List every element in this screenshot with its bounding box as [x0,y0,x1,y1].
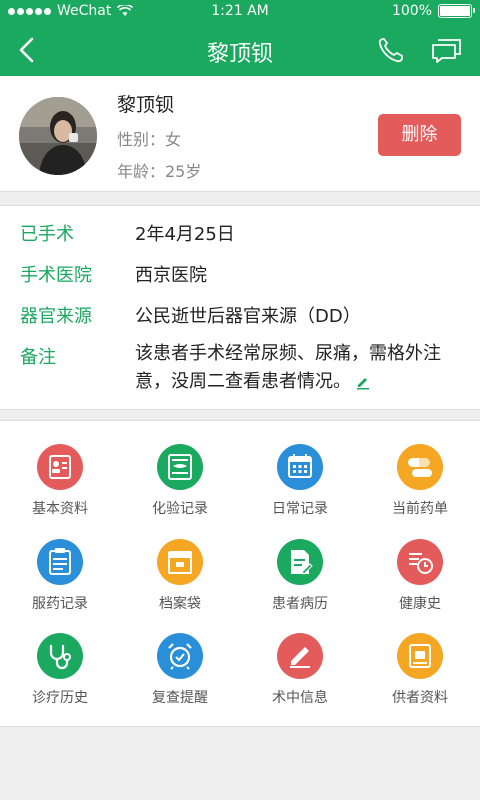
menu-medication-log[interactable]: 服药记录 [0,539,120,634]
avatar [19,97,97,175]
stethoscope-icon [37,633,83,679]
menu-label: 患者病历 [272,596,328,612]
menu-label: 术中信息 [272,690,328,706]
delete-button[interactable]: 删除 [378,114,461,156]
menu-label: 基本资料 [32,501,88,517]
menu-archive[interactable]: 档案袋 [120,539,240,634]
status-bar: WeChat 1:21 AM 100% [0,0,480,24]
health-history-icon [397,539,443,585]
patient-name: 黎顶钡 [117,94,175,116]
archive-icon [157,539,203,585]
medical-record-icon [277,539,323,585]
pill-icon [397,444,443,490]
menu-health-history[interactable]: 健康史 [360,539,480,634]
alarm-clock-icon [157,633,203,679]
battery-icon [438,4,475,18]
menu-treatment-history[interactable]: 诊疗历史 [0,633,120,728]
surgery-info-section: 已手术 2年4月25日 手术医院 西京医院 器官来源 公民逝世后器官来源（DD）… [0,205,480,410]
note-value: 该患者手术经常尿频、尿痛，需格外注意，没周二查看患者情况。 [135,343,441,392]
surgery-label: 已手术 [20,224,74,245]
note-value-block: 该患者手术经常尿频、尿痛，需格外注意，没周二查看患者情况。 [135,340,467,396]
edit-icon[interactable] [355,374,371,390]
menu-recheck-reminder[interactable]: 复查提醒 [120,633,240,728]
hospital-value: 西京医院 [135,265,207,286]
page-title: 黎顶钡 [206,42,273,67]
hospital-label: 手术医院 [20,265,92,286]
menu-label: 化验记录 [152,501,208,517]
pen-icon [277,633,323,679]
avatar-photo [19,97,97,175]
phone-icon[interactable] [376,36,408,64]
status-right: 100% [391,3,475,19]
patient-age: 年龄：25岁 [117,162,202,181]
note-label: 备注 [20,347,56,368]
menu-label: 日常记录 [272,501,328,517]
menu-basic-info[interactable]: 基本资料 [0,444,120,539]
menu-current-prescription[interactable]: 当前药单 [360,444,480,539]
organ-source-value: 公民逝世后器官来源（DD） [135,306,361,327]
menu-donor-info[interactable]: 供者资料 [360,633,480,728]
menu-label: 供者资料 [392,690,448,706]
calendar-icon [277,444,323,490]
chat-icon[interactable] [430,36,464,64]
menu-intraoperative-info[interactable]: 术中信息 [240,633,360,728]
function-grid: 基本资料 化验记录 日常记录 当前药单 服药记录 档案袋 患者病历 健康史 诊疗… [0,420,480,727]
medication-log-icon [37,539,83,585]
surgery-value: 2年4月25日 [135,224,235,245]
menu-label: 健康史 [399,596,441,612]
lab-record-icon [157,444,203,490]
patient-card: 黎顶钡 性别：女 年龄：25岁 删除 [0,76,480,192]
patient-gender: 性别：女 [117,130,182,149]
organ-source-label: 器官来源 [20,306,92,327]
donor-icon [397,633,443,679]
battery-percent: 100% [391,3,432,19]
profile-card-icon [37,444,83,490]
menu-lab-records[interactable]: 化验记录 [120,444,240,539]
nav-bar: 黎顶钡 [0,24,480,76]
menu-label: 复查提醒 [152,690,208,706]
menu-daily-records[interactable]: 日常记录 [240,444,360,539]
menu-label: 当前药单 [392,501,448,517]
menu-label: 服药记录 [32,596,88,612]
menu-label: 档案袋 [159,596,201,612]
menu-patient-records[interactable]: 患者病历 [240,539,360,634]
menu-label: 诊疗历史 [32,690,88,706]
